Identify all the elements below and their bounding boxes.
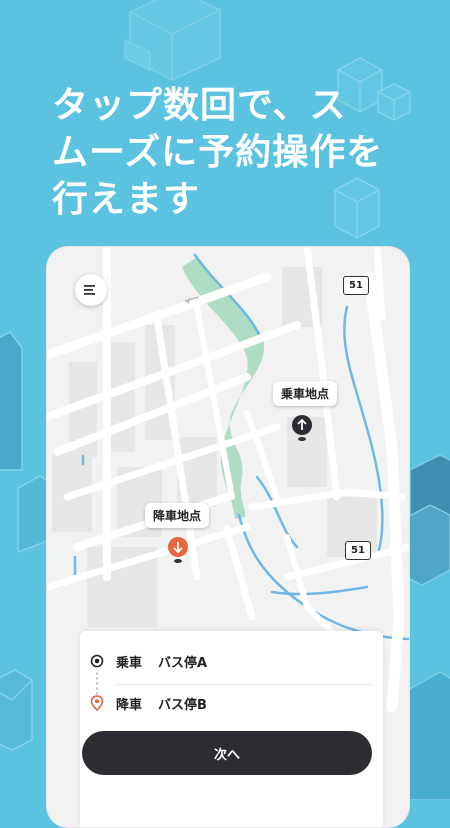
alighting-kind-label: 降車	[116, 697, 143, 713]
alighting-marker-shadow	[174, 559, 182, 563]
headline-line-2: ムーズに予約操作を	[52, 132, 384, 173]
headline: タップ数回で、ス ムーズに予約操作を 行えます	[52, 82, 412, 223]
route-number-badge: 51	[345, 541, 371, 560]
next-button[interactable]: 次へ	[82, 731, 372, 775]
boarding-marker-shadow	[298, 437, 306, 441]
boarding-point-marker[interactable]	[292, 415, 312, 435]
arrow-up-icon	[297, 419, 307, 430]
headline-line-3: 行えます	[52, 179, 201, 220]
radio-dot-icon	[90, 654, 104, 668]
hamburger-icon	[84, 285, 95, 295]
boarding-stop-name: バス停A	[158, 655, 208, 671]
headline-line-1: タップ数回で、ス	[52, 85, 347, 126]
location-pin-icon	[90, 695, 104, 711]
alighting-point-marker[interactable]	[168, 537, 188, 557]
alighting-stop-name: バス停B	[158, 697, 207, 713]
trip-panel: 乗車 バス停A 降車 バス停B 次へ	[80, 631, 383, 827]
boarding-kind-label: 乗車	[116, 655, 143, 671]
menu-button[interactable]	[75, 274, 107, 306]
boarding-point-label: 乗車地点	[273, 381, 338, 406]
alighting-point-label: 降車地点	[145, 503, 210, 528]
route-number-badge: 51	[343, 276, 369, 295]
boarding-row[interactable]: 乗車 バス停A	[90, 647, 373, 675]
row-divider	[115, 684, 373, 685]
arrow-down-icon	[173, 542, 183, 553]
phone-screen: 51 51 乗車地点 降車地点 乗車 バス停A 降車 バス停B 次へ	[46, 246, 410, 828]
alighting-row[interactable]: 降車 バス停B	[90, 689, 373, 717]
